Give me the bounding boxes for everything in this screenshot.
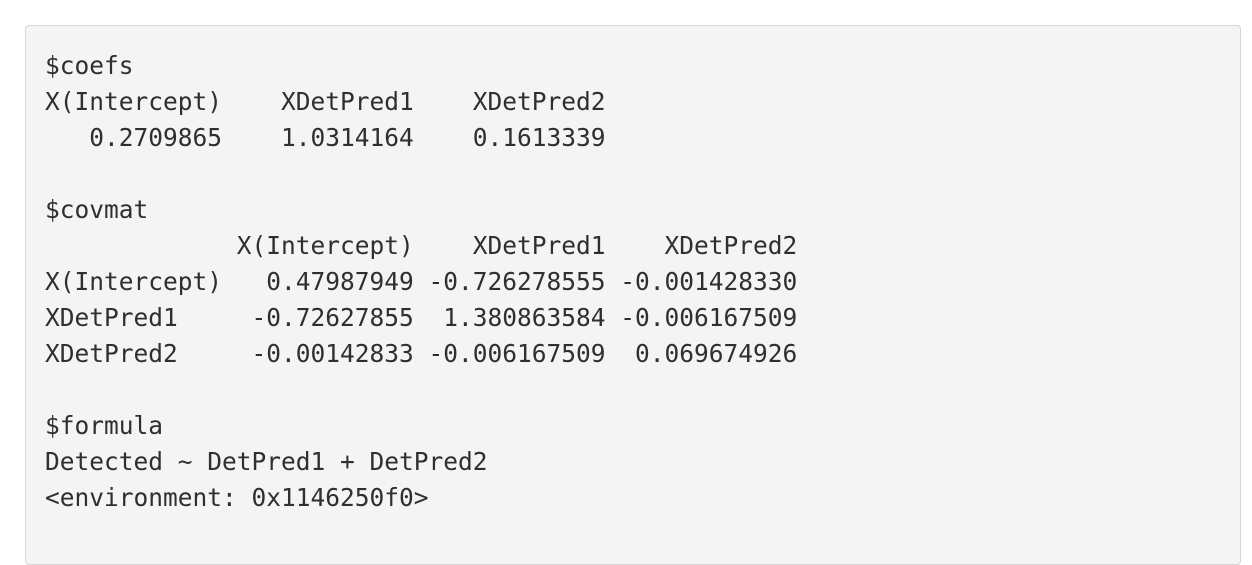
- covmat-row-detpred1: XDetPred1 -0.72627855 1.380863584 -0.006…: [45, 303, 798, 332]
- formula-line: Detected ~ DetPred1 + DetPred2: [45, 447, 488, 476]
- code-output-block: $coefs X(Intercept) XDetPred1 XDetPred2 …: [25, 25, 1241, 565]
- coefs-values-row: 0.2709865 1.0314164 0.1613339: [45, 123, 606, 152]
- environment-line: <environment: 0x1146250f0>: [45, 483, 429, 512]
- section-header-covmat: $covmat: [45, 195, 149, 224]
- console-output: $coefs X(Intercept) XDetPred1 XDetPred2 …: [45, 48, 1240, 516]
- covmat-row-detpred2: XDetPred2 -0.00142833 -0.006167509 0.069…: [45, 339, 798, 368]
- covmat-row-intercept: X(Intercept) 0.47987949 -0.726278555 -0.…: [45, 267, 798, 296]
- section-header-formula: $formula: [45, 411, 164, 440]
- coefs-header-row: X(Intercept) XDetPred1 XDetPred2: [45, 87, 606, 116]
- covmat-header-row: X(Intercept) XDetPred1 XDetPred2: [45, 231, 798, 260]
- section-header-coefs: $coefs: [45, 51, 134, 80]
